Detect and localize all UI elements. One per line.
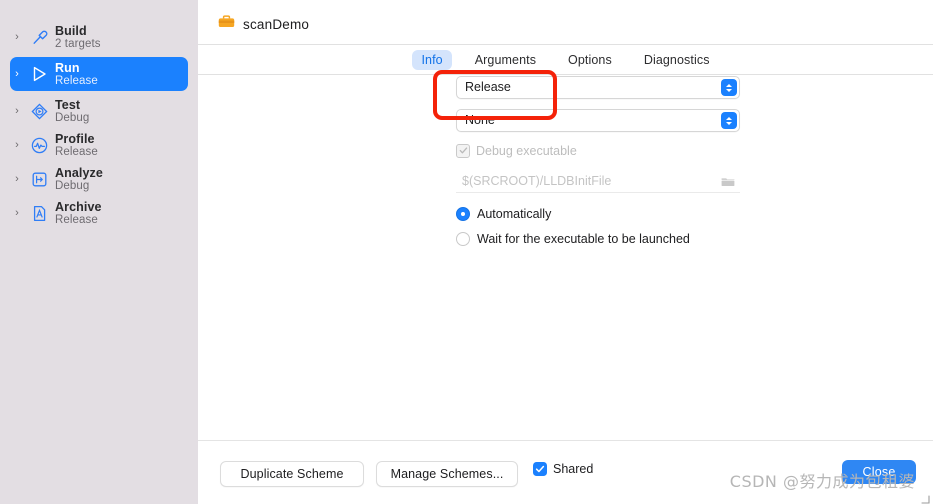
resize-grip[interactable] <box>920 491 930 504</box>
executable-popup[interactable]: None <box>456 109 740 132</box>
radio-unselected-icon[interactable] <box>456 232 470 246</box>
sidebar-item-build-text: Build 2 targets <box>52 24 101 51</box>
sidebar-item-analyze-title: Analyze <box>55 165 103 180</box>
launch-option-automatically[interactable]: Automatically <box>456 203 740 225</box>
radio-selected-icon[interactable] <box>456 207 470 221</box>
launch-row-wait: Wait for the executable to be launched <box>198 228 933 252</box>
executable-value: None <box>465 113 495 127</box>
scheme-titlebar: scanDemo <box>198 0 933 45</box>
launch-control: Automatically <box>456 203 740 225</box>
executable-row: Executable None <box>198 109 933 136</box>
launch-option-wait[interactable]: Wait for the executable to be launched <box>456 228 740 250</box>
tab-diagnostics[interactable]: Diagnostics <box>635 50 719 70</box>
build-configuration-value: Release <box>465 80 511 94</box>
sidebar-item-archive-subtitle: Release <box>55 213 98 226</box>
sidebar-item-run[interactable]: › Run Release <box>10 57 188 91</box>
disclosure-chevron-icon[interactable]: › <box>10 207 24 219</box>
tab-arguments[interactable]: Arguments <box>466 50 545 70</box>
test-diamond-icon <box>26 102 52 121</box>
scheme-detail-panel: scanDemo Info Arguments Options Diagnost… <box>198 0 933 504</box>
launch-option-wait-label: Wait for the executable to be launched <box>477 232 690 246</box>
sidebar-item-analyze-subtitle: Debug <box>55 179 90 192</box>
bottombar-divider <box>198 440 933 441</box>
debug-executable-label: Debug executable <box>476 143 577 158</box>
launch-row: Launch Automatically <box>198 203 933 227</box>
sidebar-item-profile-subtitle: Release <box>55 145 98 158</box>
disclosure-chevron-icon[interactable]: › <box>10 31 24 43</box>
sidebar-item-test-title: Test <box>55 97 81 112</box>
sidebar-item-archive[interactable]: › Archive Release <box>10 196 188 230</box>
popup-stepper-icon[interactable] <box>721 112 737 129</box>
sidebar-item-archive-title: Archive <box>55 199 102 214</box>
debug-executable-checkbox: Debug executable <box>456 140 740 161</box>
toolbox-icon <box>218 14 235 34</box>
sidebar-item-test-text: Test Debug <box>52 98 89 125</box>
disclosure-chevron-icon[interactable]: › <box>10 105 24 117</box>
lldb-init-file-input[interactable]: $(SRCROOT)/LLDBInitFile <box>456 171 740 193</box>
build-configuration-popup[interactable]: Release <box>456 76 740 99</box>
analyze-bracket-icon <box>26 170 52 189</box>
disclosure-chevron-icon[interactable]: › <box>10 173 24 185</box>
sidebar-item-run-title: Run <box>55 60 80 75</box>
play-triangle-icon <box>26 64 52 84</box>
shared-checkbox-group[interactable]: Shared <box>533 462 593 476</box>
build-configuration-row: Build Configuration Release <box>198 76 933 103</box>
sidebar-item-test[interactable]: › Test Debug <box>10 94 188 128</box>
sidebar-item-profile[interactable]: › Profile Release <box>10 128 188 162</box>
sidebar-item-run-subtitle: Release <box>55 74 98 87</box>
scheme-title-group: scanDemo <box>218 14 309 34</box>
tab-info[interactable]: Info <box>412 50 452 70</box>
sidebar-item-profile-title: Profile <box>55 131 95 146</box>
executable-control: None <box>456 109 740 132</box>
scheme-name: scanDemo <box>243 16 310 32</box>
sidebar-item-run-text: Run Release <box>52 61 98 88</box>
info-form: Build Configuration Release Executable N… <box>198 76 933 253</box>
build-configuration-control: Release <box>456 76 740 99</box>
duplicate-scheme-button[interactable]: Duplicate Scheme <box>220 461 364 487</box>
disclosure-chevron-icon[interactable]: › <box>10 68 24 80</box>
sidebar-item-build[interactable]: › Build 2 targets <box>10 20 188 54</box>
sidebar-item-analyze-text: Analyze Debug <box>52 166 103 193</box>
checkmark-icon <box>456 143 470 158</box>
watermark-text: CSDN @努力成为包租婆 <box>729 472 915 491</box>
sidebar-item-build-subtitle: 2 targets <box>55 37 101 50</box>
scheme-editor-window: › Build 2 targets › Run Release › Test D… <box>0 0 933 504</box>
archive-document-icon <box>26 204 52 223</box>
checkbox-checked-icon[interactable] <box>533 462 547 476</box>
tab-options[interactable]: Options <box>559 50 621 70</box>
shared-label: Shared <box>553 462 594 476</box>
launch-wait-control: Wait for the executable to be launched <box>456 228 740 250</box>
debug-executable-control: Debug executable <box>456 140 740 161</box>
profile-waveform-icon <box>26 136 52 155</box>
hammer-icon <box>26 28 52 47</box>
sidebar-item-build-title: Build <box>55 23 87 38</box>
sidebar-item-profile-text: Profile Release <box>52 132 98 159</box>
debug-executable-row: Debug executable <box>198 140 933 167</box>
sidebar-item-archive-text: Archive Release <box>52 200 102 227</box>
sidebar-item-test-subtitle: Debug <box>55 111 90 124</box>
disclosure-chevron-icon[interactable]: › <box>10 139 24 151</box>
manage-schemes-button[interactable]: Manage Schemes... <box>376 461 518 487</box>
folder-icon[interactable] <box>721 175 735 193</box>
detail-tab-bar: Info Arguments Options Diagnostics <box>198 45 933 75</box>
tabbar-divider <box>198 74 933 75</box>
lldb-init-file-row: LLDB Init File $(SRCROOT)/LLDBInitFile <box>198 171 933 198</box>
sidebar-item-analyze[interactable]: › Analyze Debug <box>10 162 188 196</box>
lldb-init-file-control: $(SRCROOT)/LLDBInitFile <box>456 171 740 193</box>
popup-stepper-icon[interactable] <box>721 79 737 96</box>
lldb-init-file-placeholder: $(SRCROOT)/LLDBInitFile <box>462 174 612 188</box>
scheme-actions-sidebar: › Build 2 targets › Run Release › Test D… <box>0 0 198 504</box>
launch-option-automatically-label: Automatically <box>477 207 552 221</box>
